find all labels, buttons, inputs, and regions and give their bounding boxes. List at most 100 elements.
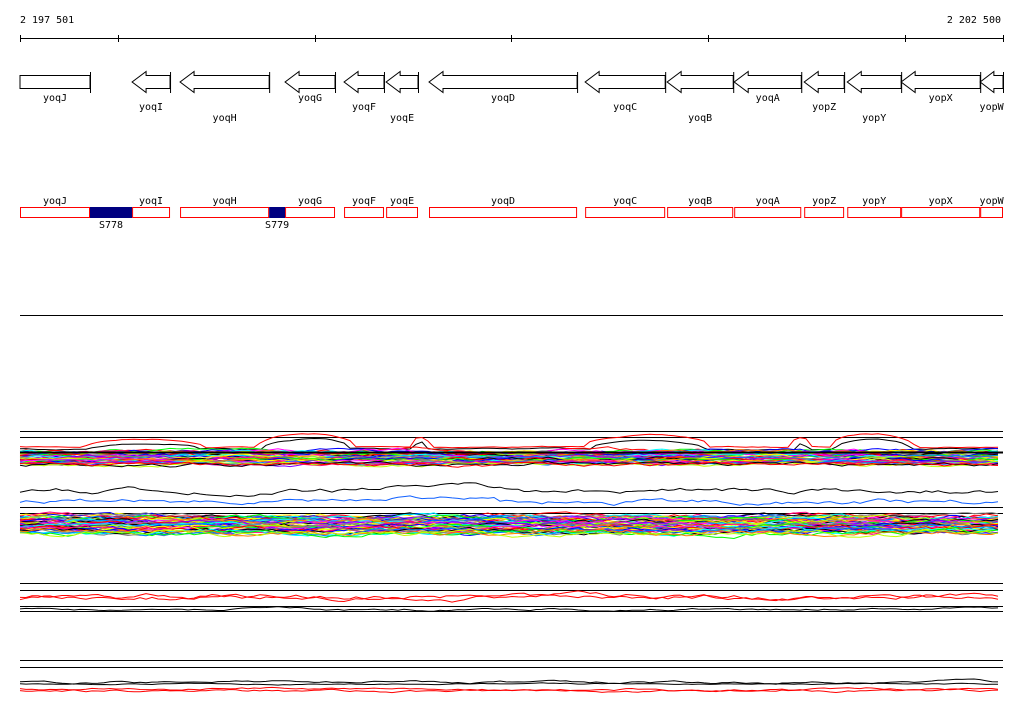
gene-label: yopX [929, 93, 953, 104]
gene-box-yopX[interactable]: yopX [901, 196, 981, 218]
gene-box[interactable] [734, 207, 802, 218]
ruler-end-label: 2 202 500 [947, 15, 1001, 26]
gene-box-label: yoqG [298, 196, 322, 207]
gene-box-label: yoqB [688, 196, 712, 207]
gene-yoqF[interactable]: yoqF [343, 70, 385, 114]
gene-box-yopW[interactable]: yopW [980, 196, 1005, 218]
gene-arrow[interactable] [666, 70, 734, 94]
gene-arrow[interactable] [385, 70, 419, 94]
gene-yoqB[interactable]: yoqB [666, 70, 735, 125]
segment-block[interactable] [90, 207, 133, 218]
gene-box[interactable] [667, 207, 734, 218]
gene-box[interactable] [901, 207, 981, 218]
gene-box[interactable] [804, 207, 845, 218]
segment-S778[interactable]: S778 [90, 207, 133, 231]
gene-box-yoqH[interactable]: yoqH [180, 196, 270, 218]
gene-box-label: yopX [929, 196, 953, 207]
gene-label: yoqH [213, 113, 237, 124]
gene-box[interactable] [980, 207, 1003, 218]
profile-line [19, 592, 999, 603]
gene-yoqD[interactable]: yoqD [428, 70, 579, 105]
gene-box-yoqD[interactable]: yoqD [429, 196, 578, 218]
gene-box-label: yopY [862, 196, 886, 207]
gene-box-yoqG[interactable]: yoqG [285, 196, 336, 218]
gene-box[interactable] [132, 207, 171, 218]
gene-box-yoqB[interactable]: yoqB [667, 196, 734, 218]
gene-box-label: yoqF [352, 196, 376, 207]
gene-box-label: yoqI [139, 196, 163, 207]
gene-box[interactable] [847, 207, 902, 218]
gene-arrow[interactable] [343, 70, 385, 94]
gene-arrow[interactable] [733, 70, 802, 94]
gene-box-label: yoqD [491, 196, 515, 207]
gene-box[interactable] [285, 207, 336, 218]
gene-box-label: yopZ [812, 196, 836, 207]
gene-yoqI[interactable]: yoqI [131, 70, 172, 114]
gene-label: yoqA [756, 93, 780, 104]
gene-arrow[interactable] [900, 70, 981, 94]
segment-label: S778 [99, 220, 123, 231]
gene-arrow[interactable] [803, 70, 845, 94]
gene-yoqJ[interactable]: yoqJ [19, 72, 92, 104]
profile-line [19, 433, 999, 449]
gene-label: yoqG [298, 93, 322, 104]
gene-label: yoqB [688, 113, 712, 124]
gene-box-yoqE[interactable]: yoqE [386, 196, 418, 218]
gene-yopY[interactable]: yopY [846, 70, 903, 125]
gene-box-label: yoqE [390, 196, 414, 207]
profile-line [19, 606, 999, 612]
gene-yoqG[interactable]: yoqG [284, 70, 337, 105]
gene-box-yoqJ[interactable]: yoqJ [20, 196, 91, 218]
gene-box[interactable] [180, 207, 270, 218]
gene-box-label: yopW [980, 196, 1005, 207]
gene-box[interactable] [585, 207, 666, 218]
gene-arrow[interactable] [19, 75, 91, 89]
gene-label: yoqD [491, 93, 515, 104]
gene-yoqC[interactable]: yoqC [584, 70, 667, 114]
expression-profiles [19, 431, 1003, 694]
segment-label: S779 [265, 220, 289, 231]
gene-label: yoqF [352, 102, 376, 113]
gene-box[interactable] [20, 207, 91, 218]
gene-label: yopY [862, 113, 886, 124]
gene-arrow[interactable] [584, 70, 666, 94]
gene-box-yoqI[interactable]: yoqI [132, 196, 171, 218]
gene-box-yoqA[interactable]: yoqA [734, 196, 802, 218]
gene-arrow[interactable] [131, 70, 171, 94]
gene-arrow[interactable] [428, 70, 578, 94]
profile-line [19, 495, 999, 506]
gene-arrow[interactable] [284, 70, 336, 94]
gene-arrow[interactable] [846, 70, 902, 94]
gene-label: yoqJ [43, 93, 67, 104]
gene-box-label: yoqC [613, 196, 637, 207]
gene-label: yopZ [812, 102, 836, 113]
gene-box-yopZ[interactable]: yopZ [804, 196, 845, 218]
gene-box[interactable] [386, 207, 418, 218]
gene-box-label: yoqA [756, 196, 780, 207]
profile-line [19, 682, 999, 686]
genome-browser-view: 2 197 501 2 202 500 yoqJ yoqI yoqH yoqG yoqF… [19, 15, 1005, 694]
gene-arrow[interactable] [979, 70, 1004, 94]
gene-box-label: yoqH [213, 196, 237, 207]
gene-box-yoqC[interactable]: yoqC [585, 196, 666, 218]
gene-label: yoqI [139, 102, 163, 113]
gene-box-yoqF[interactable]: yoqF [344, 196, 384, 218]
segment-track: yoqJ yoqI yoqH yoqG yoqF yoqE yoqD yoqC yoqB yoqA… [20, 196, 1005, 231]
gene-box[interactable] [429, 207, 578, 218]
gene-yoqA[interactable]: yoqA [733, 70, 803, 105]
ruler-start-label: 2 197 501 [20, 15, 74, 26]
gene-yopX[interactable]: yopX [900, 70, 982, 105]
segment-block[interactable] [269, 207, 286, 218]
profile-line [19, 590, 999, 601]
gene-track: yoqJ yoqI yoqH yoqG yoqF yoqE yoqD yoqC yoqB yoqA… [19, 70, 1005, 125]
gene-yoqE[interactable]: yoqE [385, 70, 419, 125]
gene-box-yopY[interactable]: yopY [847, 196, 902, 218]
gene-yoqH[interactable]: yoqH [179, 70, 271, 125]
gene-label: yopW [980, 102, 1005, 113]
gene-box-label: yoqJ [43, 196, 67, 207]
gene-box[interactable] [344, 207, 384, 218]
gene-yopZ[interactable]: yopZ [803, 70, 846, 114]
gene-yopW[interactable]: yopW [979, 70, 1005, 114]
gene-arrow[interactable] [179, 70, 270, 94]
gene-label: yoqC [613, 102, 637, 113]
